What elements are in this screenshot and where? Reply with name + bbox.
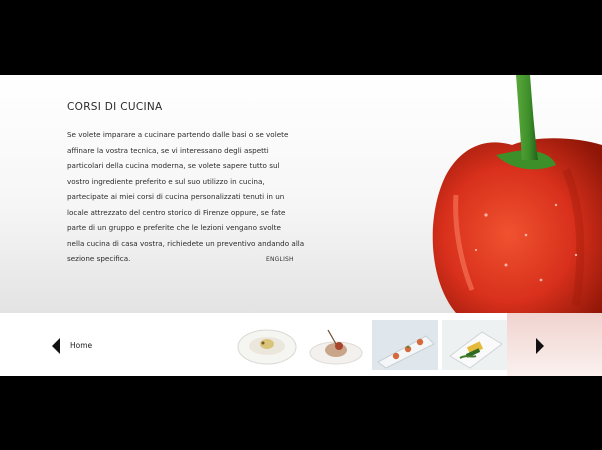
- next-arrow-icon[interactable]: [536, 338, 544, 354]
- thumbnail-dish-4[interactable]: [442, 320, 507, 370]
- paragraph-line: vostro ingrediente preferito e sul suo u…: [67, 176, 265, 186]
- english-language-link[interactable]: ENGLISH: [266, 256, 294, 263]
- thumbnail-dish-1[interactable]: [236, 320, 298, 370]
- appetizer-tray-icon: [372, 320, 438, 370]
- paragraph-line: particolari della cucina moderna, se vol…: [67, 161, 280, 170]
- dish-plate-icon: [237, 329, 297, 365]
- previous-arrow-icon[interactable]: [52, 338, 60, 354]
- description-paragraph: Se volete imparare a cucinare partendo d…: [67, 127, 307, 267]
- paragraph-line: nella cucina di casa vostra, richiedete …: [67, 238, 305, 248]
- pepper-reflection: [507, 313, 602, 376]
- red-pepper-image: [432, 75, 602, 313]
- vegetable-plate-icon: [442, 320, 507, 370]
- thumbnail-dish-2[interactable]: [306, 320, 366, 370]
- thumbnail-dish-3[interactable]: [372, 320, 438, 370]
- home-link[interactable]: Home: [70, 341, 92, 350]
- paragraph-line: locale attrezzato del centro storico di …: [67, 207, 286, 217]
- paragraph-line: partecipate ai miei corsi di cucina pers…: [67, 192, 285, 201]
- paragraph-line: affinare la vostra tecnica, se vi intere…: [67, 145, 269, 155]
- paragraph-line: Se volete imparare a cucinare partendo d…: [67, 130, 289, 139]
- thumbnail-navigation-strip: Home: [0, 313, 602, 376]
- page-title: CORSI DI CUCINA: [67, 101, 163, 113]
- bottom-letterbox-bar: [0, 376, 602, 450]
- top-letterbox-bar: [0, 0, 602, 75]
- paragraph-line: parte di un gruppo e preferite che le le…: [67, 223, 281, 232]
- main-content-panel: CORSI DI CUCINA Se volete imparare a cuc…: [0, 75, 602, 313]
- dessert-bowl-icon: [309, 329, 363, 365]
